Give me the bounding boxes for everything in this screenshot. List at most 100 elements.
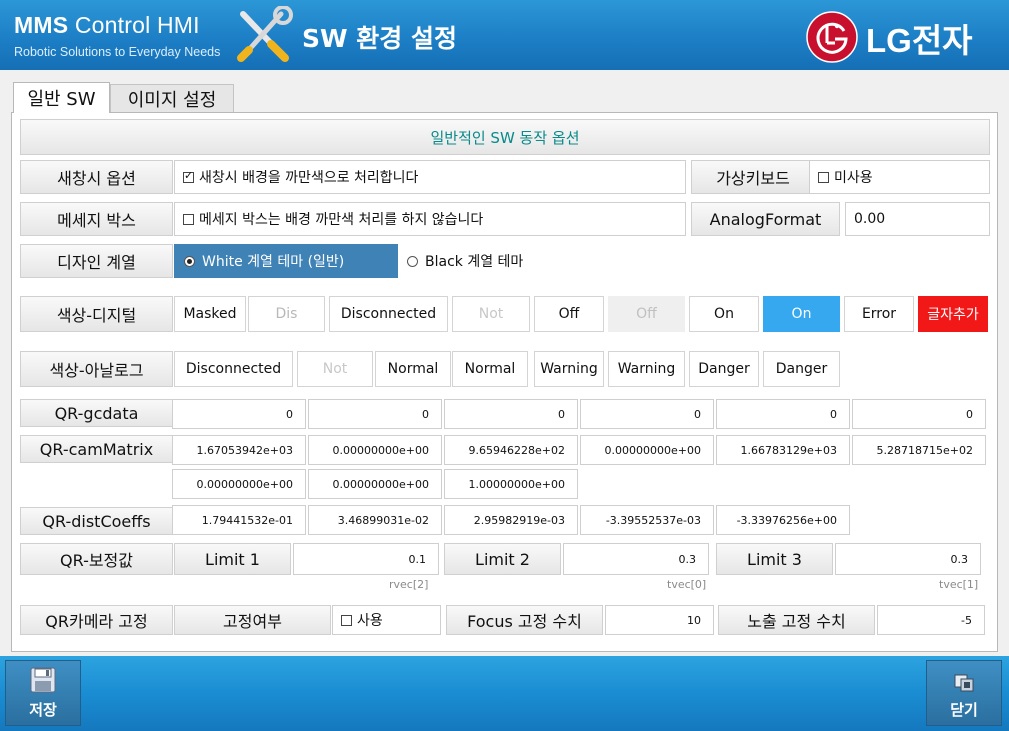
virtual-keyboard-checkbox[interactable] [818,171,829,183]
digital-color-chip[interactable]: 글자추가 [918,296,988,332]
digital-color-chip[interactable]: On [763,296,840,332]
section-title: 일반적인 SW 동작 옵션 [20,119,990,155]
qr-distcoeffs-cell[interactable]: -3.39552537e-03 [580,505,714,535]
analog-color-chip[interactable]: Warning [608,351,685,387]
analog-format-label: AnalogFormat [691,202,840,236]
qr-cammatrix-cell[interactable]: 9.65946228e+02 [444,435,578,465]
exposure-fix-input[interactable]: -5 [877,605,985,635]
exposure-fix-label: 노출 고정 수치 [718,605,875,635]
qr-gcdata-cell[interactable]: 0 [852,399,986,429]
qr-gcdata-label: QR-gcdata [20,399,173,427]
fix-enable-option[interactable]: 사용 [332,605,441,635]
digital-color-chip[interactable]: Off [534,296,604,332]
main-panel: 일반 SW 이미지 설정 일반적인 SW 동작 옵션 새창시 옵션 새창시 배경… [0,70,1009,656]
save-button[interactable]: 저장 [5,660,81,726]
message-box-label: 메세지 박스 [20,202,173,236]
virtual-keyboard-option[interactable]: 미사용 [809,160,990,194]
digital-color-chip[interactable]: Off [608,296,685,332]
qr-cammatrix-label: QR-camMatrix [20,435,173,463]
digital-color-chip[interactable]: Disconnected [329,296,448,332]
design-theme-label: 디자인 계열 [20,244,173,278]
limit2-sublabel: tvec[0] [667,578,707,591]
focus-fix-input[interactable]: 10 [605,605,714,635]
message-box-text: 메세지 박스는 배경 까만색 처리를 하지 않습니다 [199,212,484,228]
page-title: SW 환경 설정 [302,24,457,53]
limit3-sublabel: tvec[1] [939,578,979,591]
qr-cammatrix-cell[interactable]: 0.00000000e+00 [580,435,714,465]
limit3-input[interactable]: 0.3 [835,543,981,575]
qr-distcoeffs-cell[interactable]: 3.46899031e-02 [308,505,442,535]
new-window-option[interactable]: 새창시 배경을 까만색으로 처리합니다 [174,160,686,194]
virtual-keyboard-text: 미사용 [834,170,873,186]
new-window-text: 새창시 배경을 까만색으로 처리합니다 [199,170,419,186]
qr-gcdata-cell[interactable]: 0 [580,399,714,429]
tab-general-sw[interactable]: 일반 SW [13,82,110,113]
qr-cammatrix-cell[interactable]: 0.00000000e+00 [308,435,442,465]
analog-color-chip[interactable]: Danger [689,351,759,387]
analog-color-chip[interactable]: Not [297,351,373,387]
qr-gcdata-cell[interactable]: 0 [444,399,578,429]
floppy-disk-icon [30,667,56,693]
virtual-keyboard-label: 가상키보드 [691,160,815,194]
qr-cammatrix-cell[interactable]: 5.28718715e+02 [852,435,986,465]
theme-black-label: Black 계열 테마 [425,254,524,270]
limit1-label: Limit 1 [174,543,291,575]
limit3-label: Limit 3 [716,543,833,575]
theme-black-option[interactable]: Black 계열 테마 [407,244,607,278]
analog-format-input[interactable]: 0.00 [845,202,990,236]
digital-color-chip[interactable]: On [689,296,759,332]
new-window-checkbox[interactable] [183,169,194,183]
close-button-label: 닫기 [950,701,978,719]
app-subtitle: Robotic Solutions to Everyday Needs [14,45,221,59]
qr-cammatrix-cell[interactable]: 1.66783129e+03 [716,435,850,465]
app-title: MMS Control HMI [14,12,200,39]
qr-distcoeffs-label: QR-distCoeffs [20,507,173,535]
tab-image-settings[interactable]: 이미지 설정 [110,84,234,112]
limit1-input[interactable]: 0.1 [293,543,439,575]
app-title-rest: Control HMI [74,12,200,38]
qr-gcdata-cell[interactable]: 0 [172,399,306,429]
fix-enable-text: 사용 [357,613,383,629]
qr-distcoeffs-cell[interactable]: -3.33976256e+00 [716,505,850,535]
digital-color-chip[interactable]: Masked [174,296,246,332]
close-window-icon [954,674,974,692]
digital-color-chip[interactable]: Error [844,296,914,332]
qr-cammatrix-cell[interactable]: 0.00000000e+00 [172,469,306,499]
qr-cammatrix-cell[interactable]: 0.00000000e+00 [308,469,442,499]
qr-distcoeffs-cell[interactable]: 2.95982919e-03 [444,505,578,535]
theme-white-option[interactable]: White 계열 테마 (일반) [174,244,398,278]
qr-distcoeffs-cell[interactable]: 1.79441532e-01 [172,505,306,535]
limit2-label: Limit 2 [444,543,561,575]
new-window-label: 새창시 옵션 [20,160,173,194]
digital-color-chip[interactable]: Not [452,296,530,332]
digital-color-chip[interactable]: Dis [248,296,325,332]
tab-page-general: 일반적인 SW 동작 옵션 새창시 옵션 새창시 배경을 까만색으로 처리합니다… [11,112,998,652]
qr-gcdata-cell[interactable]: 0 [716,399,850,429]
title-bar: MMS Control HMI Robotic Solutions to Eve… [0,0,1009,70]
limit1-sublabel: rvec[2] [389,578,429,591]
tools-icon [237,6,293,62]
limit2-input[interactable]: 0.3 [563,543,709,575]
message-box-option[interactable]: 메세지 박스는 배경 까만색 처리를 하지 않습니다 [174,202,686,236]
app-title-bold: MMS [14,12,69,38]
analog-color-chip[interactable]: Normal [375,351,451,387]
analog-color-chip[interactable]: Warning [534,351,604,387]
theme-white-label: White 계열 테마 (일반) [202,254,345,270]
save-button-label: 저장 [29,701,57,719]
analog-color-chip[interactable]: Normal [452,351,528,387]
color-analog-label: 색상-아날로그 [20,351,173,387]
brand-name: LG전자 [866,22,973,59]
qr-correction-label: QR-보정값 [20,543,173,575]
fix-enable-checkbox[interactable] [341,614,352,626]
qr-cammatrix-cell[interactable]: 1.67053942e+03 [172,435,306,465]
analog-color-chip[interactable]: Disconnected [174,351,293,387]
analog-color-chip[interactable]: Danger [763,351,840,387]
focus-fix-label: Focus 고정 수치 [446,605,603,635]
message-box-checkbox[interactable] [183,213,194,225]
close-button[interactable]: 닫기 [926,660,1002,726]
qr-cammatrix-cell[interactable]: 1.00000000e+00 [444,469,578,499]
theme-white-radio[interactable] [184,255,195,267]
footer-bar: 저장 닫기 [0,656,1009,731]
theme-black-radio[interactable] [407,255,418,267]
qr-gcdata-cell[interactable]: 0 [308,399,442,429]
